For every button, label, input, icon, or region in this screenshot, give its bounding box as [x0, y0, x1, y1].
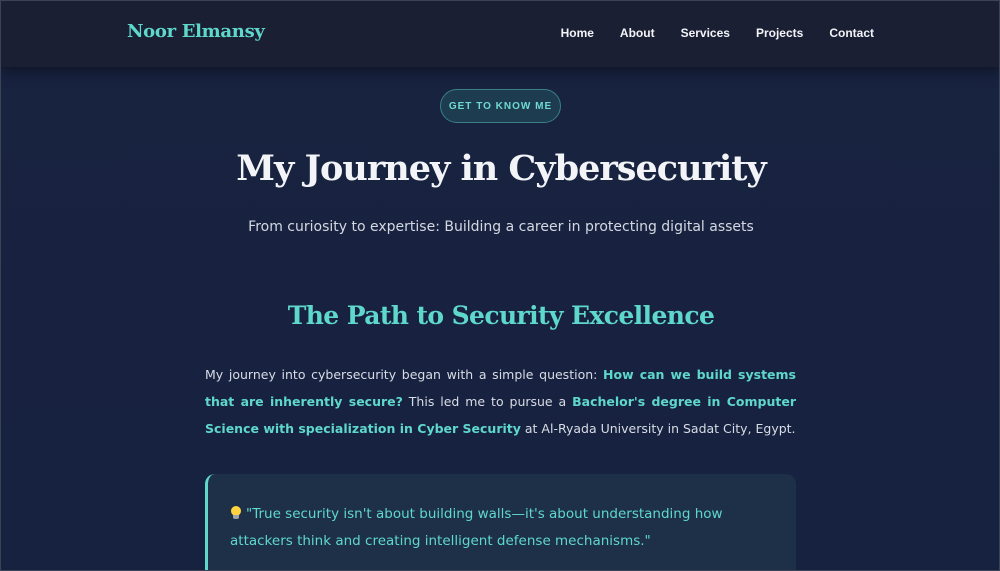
paragraph-text: at Al-Ryada University in Sadat City, Eg… — [520, 421, 796, 436]
intro-paragraph: My journey into cybersecurity began with… — [205, 361, 796, 442]
paragraph-text: My journey into cybersecurity began with… — [205, 367, 604, 382]
brand-logo[interactable]: Noor Elmansy — [127, 21, 265, 42]
nav-link-services[interactable]: Services — [681, 26, 730, 40]
quote-text: "True security isn't about building wall… — [230, 506, 723, 549]
section-title: The Path to Security Excellence — [287, 301, 715, 330]
lightbulb-icon — [230, 506, 242, 520]
navbar: Noor Elmansy Home About Services Project… — [1, 1, 999, 67]
nav-link-contact[interactable]: Contact — [829, 26, 874, 40]
nav-link-projects[interactable]: Projects — [756, 26, 803, 40]
nav-link-home[interactable]: Home — [561, 26, 594, 40]
nav-link-about[interactable]: About — [620, 26, 655, 40]
paragraph-text: This led me to pursue a — [402, 394, 573, 409]
nav-links: Home About Services Projects Contact — [561, 26, 874, 40]
quote: "True security isn't about building wall… — [230, 501, 780, 555]
page-subtitle: From curiosity to expertise: Building a … — [248, 219, 754, 235]
quote-card: "True security isn't about building wall… — [205, 474, 796, 570]
get-to-know-me-badge[interactable]: GET TO KNOW ME — [440, 89, 561, 123]
page: Noor Elmansy Home About Services Project… — [0, 0, 1000, 571]
page-title: My Journey in Cybersecurity — [236, 148, 767, 189]
